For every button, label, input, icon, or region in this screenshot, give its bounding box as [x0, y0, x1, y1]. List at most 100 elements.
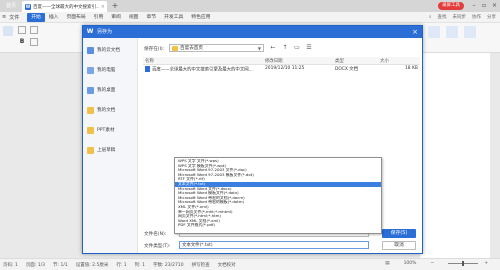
- dialog-sidebar: 我的云文档 我的电脑 我的桌面 我的文档 PPT素材 上层草稿: [83, 38, 138, 253]
- status-words[interactable]: 字数: 23/2710: [153, 262, 184, 268]
- status-section: 节: 1/1: [53, 262, 68, 268]
- folder-icon: [87, 106, 94, 114]
- copy-icon[interactable]: [30, 26, 38, 34]
- bold-icon[interactable]: B: [18, 38, 26, 46]
- file-modified: 2019/12/10 11:25: [265, 66, 305, 71]
- wps-logo-icon: W: [86, 28, 94, 35]
- location-value: 百度去首页: [180, 46, 203, 51]
- menu-tab-3[interactable]: 引用: [90, 13, 108, 22]
- status-pages: 页面: 1/3: [25, 262, 46, 268]
- status-spellcheck[interactable]: 拼写检查: [192, 262, 210, 268]
- status-proof[interactable]: 文档校对: [218, 262, 236, 268]
- sidebar-item-label: 我的云文档: [97, 48, 120, 53]
- menu-tab-6[interactable]: 章节: [142, 13, 160, 22]
- word-doc-icon: W: [25, 3, 31, 10]
- folder-icon: [172, 45, 178, 51]
- zoom-out-icon[interactable]: −: [430, 261, 434, 266]
- cancel-button[interactable]: 取消: [382, 241, 416, 250]
- sidebar-item-desktop[interactable]: 我的桌面: [87, 85, 135, 95]
- menu-right-collab[interactable]: 协作: [472, 13, 481, 22]
- word-file-icon: [145, 66, 150, 72]
- menu-right-share[interactable]: 分享: [487, 13, 496, 22]
- status-bar: 页码: 1 页面: 1/3 节: 1/1 设置值: 2.5厘米 行: 1 列: …: [0, 258, 500, 270]
- save-button[interactable]: 保存(S): [382, 229, 416, 238]
- dialog-titlebar: W 另存为 ×: [83, 26, 422, 38]
- zoom-value: 100%: [403, 261, 417, 266]
- menu-tabs: 开始 插入 页面布局 引用 审阅 视图 章节 开发工具 特色应用: [27, 12, 214, 22]
- filetype-dropdown-list: WPS 文字 文件(*.wps) WPS 文字 模板文件(*.wpt) Micros…: [174, 157, 382, 234]
- sidebar-item-drafts[interactable]: 上层草稿: [87, 145, 135, 155]
- col-name[interactable]: 名称: [145, 58, 154, 64]
- tab-document[interactable]: W 百度——全球最大的中文搜索引... ×: [22, 1, 107, 12]
- file-size: 18 KB: [405, 66, 418, 71]
- col-size[interactable]: 大小: [380, 58, 389, 64]
- maximize-icon[interactable]: ▫: [480, 2, 488, 10]
- location-select[interactable]: 百度去首页 ▼: [169, 44, 264, 52]
- sidebar-item-ppt[interactable]: PPT素材: [87, 125, 135, 135]
- find-replace-icon[interactable]: [446, 26, 458, 38]
- menu-tab-7[interactable]: 开发工具: [160, 13, 187, 22]
- file-menu[interactable]: ≡ 文件: [2, 14, 19, 21]
- select-icon[interactable]: [464, 26, 476, 38]
- col-type[interactable]: 类型: [335, 58, 344, 64]
- paste-icon[interactable]: [3, 26, 13, 36]
- folder-icon: [87, 146, 94, 154]
- sidebar-item-documents[interactable]: 我的文档: [87, 105, 135, 115]
- search-icon[interactable]: ⌕: [429, 13, 432, 22]
- sidebar-item-label: 我的文档: [97, 108, 116, 113]
- menu-tab-1[interactable]: 插入: [45, 13, 63, 22]
- styles-icon[interactable]: [428, 26, 440, 38]
- col-modified[interactable]: 修改日期: [265, 58, 283, 64]
- sidebar-item-label: PPT素材: [97, 128, 115, 133]
- menu-search-label[interactable]: 查找: [438, 13, 447, 22]
- tab-home[interactable]: 首页: [0, 1, 22, 12]
- back-icon[interactable]: ←: [269, 44, 277, 52]
- zoom-in-icon[interactable]: +: [484, 261, 488, 266]
- chevron-down-icon: ▼: [257, 45, 261, 51]
- screen-record-button[interactable]: 录屏工具: [438, 2, 464, 10]
- up-folder-icon[interactable]: ↑: [281, 44, 289, 52]
- cut-icon[interactable]: [18, 26, 26, 34]
- dialog-title: 另存为: [97, 29, 113, 35]
- sidebar-item-label: 我的电脑: [97, 68, 116, 73]
- desktop-icon: [87, 86, 94, 94]
- file-row[interactable]: 百度——全球最大的中文搜索引擎及最大的中文网... 2019/12/10 11:…: [143, 65, 420, 73]
- menu-right-sync[interactable]: 未同步: [453, 13, 467, 22]
- view-menu-icon[interactable]: ☰: [305, 44, 313, 52]
- status-col: 列: 1: [134, 262, 145, 268]
- filetype-select[interactable]: 文本文件(*.txt): [179, 241, 369, 249]
- menu-tab-4[interactable]: 审阅: [107, 13, 125, 22]
- sidebar-item-cloud[interactable]: 我的云文档: [87, 45, 135, 55]
- tab-close-icon[interactable]: ×: [101, 4, 107, 10]
- minimize-icon[interactable]: –: [470, 2, 478, 10]
- filetype-option[interactable]: PDF 文件格式(*.pdf): [175, 223, 381, 228]
- new-folder-icon[interactable]: ▭: [293, 44, 301, 52]
- document-page: [420, 53, 490, 258]
- status-setting: 设置值: 2.5厘米: [75, 262, 109, 268]
- tab-document-title: 百度——全球最大的中文搜索引...: [33, 4, 99, 10]
- location-label: 保存在(I):: [144, 47, 165, 52]
- format-painter-icon[interactable]: [30, 38, 38, 46]
- sidebar-item-computer[interactable]: 我的电脑: [87, 65, 135, 75]
- status-right-group: ▤ 100% − +: [385, 261, 496, 266]
- file-name: 百度——全球最大的中文搜索引擎及最大的中文网...: [152, 67, 253, 73]
- menu-tab-0[interactable]: 开始: [27, 12, 45, 22]
- menu-tab-8[interactable]: 特色应用: [187, 13, 214, 22]
- cloud-icon: [87, 46, 94, 54]
- dialog-close-icon[interactable]: ×: [409, 26, 421, 38]
- sidebar-item-label: 我的桌面: [97, 88, 116, 93]
- status-page: 页码: 1: [3, 262, 18, 268]
- zoom-slider[interactable]: [448, 261, 479, 266]
- status-row: 行: 1: [116, 262, 127, 268]
- menu-tab-2[interactable]: 页面布局: [62, 13, 89, 22]
- file-name-cell: 百度——全球最大的中文搜索引擎及最大的中文网...: [145, 66, 253, 73]
- file-list-header: 名称 修改日期 类型 大小: [143, 57, 420, 65]
- menu-tab-5[interactable]: 视图: [125, 13, 143, 22]
- folder-icon: [87, 126, 94, 134]
- window-close-icon[interactable]: ×: [490, 2, 499, 10]
- new-tab-icon[interactable]: +: [110, 1, 120, 11]
- view-mode-icon[interactable]: ▤: [385, 261, 389, 266]
- menu-right-group: ⌕ 查找 未同步 协作 分享: [429, 13, 496, 22]
- zoom-slider-knob[interactable]: [462, 261, 465, 266]
- filename-label: 文件名(N):: [144, 232, 167, 237]
